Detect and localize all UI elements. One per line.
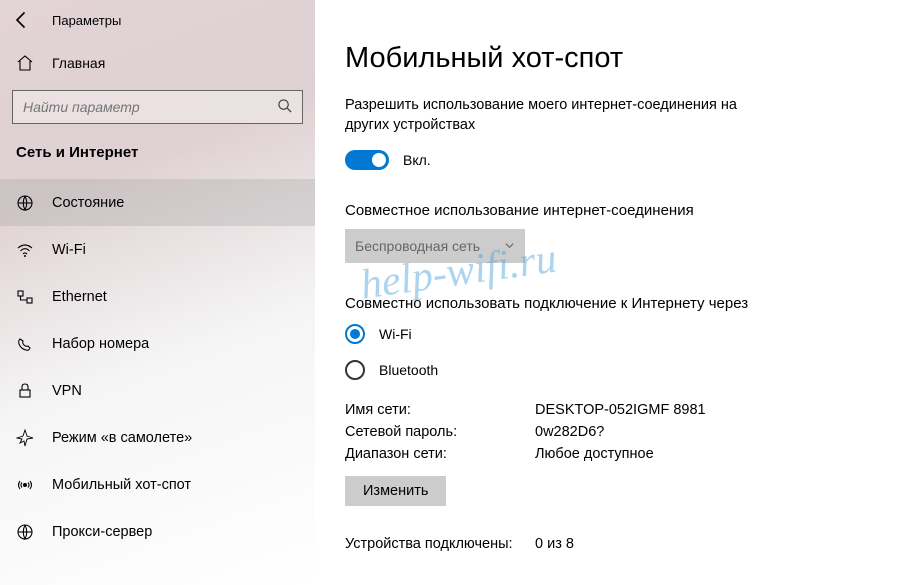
dialup-icon bbox=[16, 335, 34, 353]
devices-label: Устройства подключены: bbox=[345, 536, 535, 552]
sidebar-item-hotspot[interactable]: Мобильный хот-спот bbox=[0, 461, 315, 508]
radio-label: Wi-Fi bbox=[379, 326, 412, 342]
sidebar-item-label: Wi-Fi bbox=[52, 242, 86, 258]
sidebar-item-status[interactable]: Состояние bbox=[0, 179, 315, 226]
sidebar-item-label: Прокси-сервер bbox=[52, 524, 152, 540]
sidebar-item-airplane[interactable]: Режим «в самолете» bbox=[0, 414, 315, 461]
radio-wifi[interactable]: Wi-Fi bbox=[345, 324, 871, 344]
dropdown-value: Беспроводная сеть bbox=[355, 238, 480, 254]
network-band-label: Диапазон сети: bbox=[345, 446, 535, 462]
vpn-icon bbox=[16, 382, 34, 400]
sidebar-item-label: Набор номера bbox=[52, 336, 149, 352]
chevron-down-icon bbox=[504, 238, 515, 254]
sidebar-item-label: Состояние bbox=[52, 195, 124, 211]
sidebar-item-ethernet[interactable]: Ethernet bbox=[0, 273, 315, 320]
home-button[interactable]: Главная bbox=[0, 40, 315, 86]
radio-label: Bluetooth bbox=[379, 362, 438, 378]
ethernet-icon bbox=[16, 288, 34, 306]
back-button[interactable] bbox=[12, 10, 32, 30]
radio-icon bbox=[345, 360, 365, 380]
wifi-icon bbox=[16, 241, 34, 259]
sidebar-item-label: Режим «в самолете» bbox=[52, 430, 192, 446]
devices-value: 0 из 8 bbox=[535, 536, 574, 552]
edit-button[interactable]: Изменить bbox=[345, 476, 446, 506]
sidebar-item-vpn[interactable]: VPN bbox=[0, 367, 315, 414]
sidebar-item-label: Ethernet bbox=[52, 289, 107, 305]
network-band-value: Любое доступное bbox=[535, 446, 654, 462]
network-password-label: Сетевой пароль: bbox=[345, 424, 535, 440]
share-over-label: Совместно использовать подключение к Инт… bbox=[345, 295, 871, 312]
home-label: Главная bbox=[52, 55, 105, 71]
sidebar-item-label: VPN bbox=[52, 383, 82, 399]
sidebar-item-proxy[interactable]: Прокси-сервер bbox=[0, 508, 315, 555]
section-header: Сеть и Интернет bbox=[0, 136, 315, 179]
page-title: Мобильный хот-спот bbox=[345, 42, 871, 75]
share-from-dropdown[interactable]: Беспроводная сеть bbox=[345, 229, 525, 263]
share-toggle[interactable] bbox=[345, 150, 389, 170]
window-title: Параметры bbox=[52, 13, 121, 28]
status-icon bbox=[16, 194, 34, 212]
sidebar-item-wifi[interactable]: Wi-Fi bbox=[0, 226, 315, 273]
sidebar-item-dialup[interactable]: Набор номера bbox=[0, 320, 315, 367]
search-icon bbox=[277, 98, 292, 116]
network-password-value: 0w282D6? bbox=[535, 424, 604, 440]
radio-bluetooth[interactable]: Bluetooth bbox=[345, 360, 871, 380]
search-field[interactable] bbox=[23, 99, 277, 115]
share-description: Разрешить использование моего интернет-с… bbox=[345, 95, 775, 136]
proxy-icon bbox=[16, 523, 34, 541]
hotspot-icon bbox=[16, 476, 34, 494]
sidebar-item-label: Мобильный хот-спот bbox=[52, 477, 191, 493]
share-from-label: Совместное использование интернет-соедин… bbox=[345, 202, 871, 219]
toggle-label: Вкл. bbox=[403, 152, 431, 168]
network-name-value: DESKTOP-052IGMF 8981 bbox=[535, 402, 706, 418]
sidebar: Параметры Главная Сеть и Интернет Состоя… bbox=[0, 0, 315, 585]
search-input[interactable] bbox=[12, 90, 303, 124]
airplane-icon bbox=[16, 429, 34, 447]
main-content: Мобильный хот-спот Разрешить использован… bbox=[315, 0, 901, 585]
radio-icon bbox=[345, 324, 365, 344]
network-name-label: Имя сети: bbox=[345, 402, 535, 418]
home-icon bbox=[16, 54, 34, 72]
titlebar: Параметры bbox=[0, 0, 315, 40]
